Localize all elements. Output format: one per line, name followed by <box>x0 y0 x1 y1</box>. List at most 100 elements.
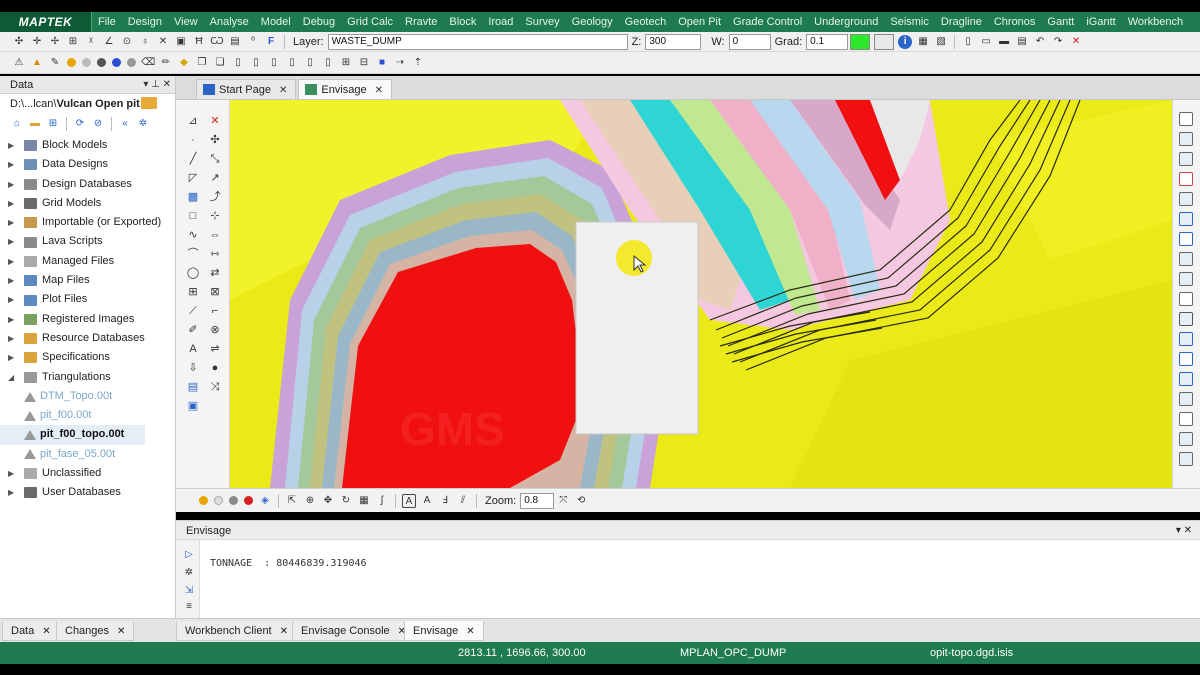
arc-icon[interactable]: ⌒ <box>186 247 200 261</box>
polygon-icon[interactable]: ◸ <box>186 171 200 185</box>
close-tab-icon[interactable]: ✕ <box>117 626 125 637</box>
bottom-tab-workbench-client[interactable]: Workbench Client ✕ <box>176 621 298 641</box>
folder-icon[interactable]: ▬ <box>28 117 42 131</box>
text-icon[interactable]: A <box>186 342 200 356</box>
stack-icon[interactable]: ❏ <box>213 56 227 70</box>
snap-doc-icon[interactable]: ▤ <box>228 35 242 49</box>
close-tab-icon[interactable]: ✕ <box>42 626 50 637</box>
menu-chronos[interactable]: Chronos <box>988 12 1042 32</box>
delete-segment-icon[interactable]: ⊗ <box>208 323 222 337</box>
snap-h-icon[interactable]: Ħ <box>192 35 206 49</box>
tree-item[interactable]: ▶ Grid Models <box>0 194 175 213</box>
close-tab-icon[interactable]: ✕ <box>466 626 474 637</box>
expand-arrow-icon[interactable]: ▶ <box>8 252 18 271</box>
filter-icon[interactable]: ⊟ <box>357 56 371 70</box>
panel-controls[interactable]: ▾ ⊥ ✕ <box>143 76 171 94</box>
colour-swatch[interactable] <box>850 33 871 50</box>
crosshair-icon[interactable]: ⊕ <box>303 494 317 508</box>
collapse-icon[interactable]: « <box>118 117 132 131</box>
snap-num-icon[interactable]: ⁰ <box>246 35 260 49</box>
delete-icon[interactable]: ✕ <box>208 114 222 128</box>
expanded-arrow-icon[interactable]: ◢ <box>8 368 18 387</box>
tree-item[interactable]: ▶ Specifications <box>0 348 175 367</box>
arrow-icon[interactable]: ↗ <box>208 171 222 185</box>
image-icon[interactable]: ▩ <box>186 190 200 204</box>
expand-arrow-icon[interactable]: ▶ <box>8 213 18 232</box>
menu-grade-control[interactable]: Grade Control <box>727 12 808 32</box>
snap-object-icon[interactable]: ⊙ <box>120 35 134 49</box>
snap-icon[interactable]: ✣ <box>12 35 26 49</box>
tree-item[interactable]: ▶ Data Designs <box>0 155 175 174</box>
tab-start-page[interactable]: Start Page ✕ <box>196 79 297 99</box>
text-box-icon[interactable]: A <box>402 493 416 508</box>
expand-arrow-icon[interactable]: ▶ <box>8 290 18 309</box>
rotate-icon[interactable]: ↻ <box>339 494 353 508</box>
shade-grey-icon[interactable] <box>229 496 238 505</box>
dimension-icon[interactable]: Ⅎ <box>438 494 452 508</box>
expand-arrow-icon[interactable]: ▶ <box>8 348 18 367</box>
menu-geology[interactable]: Geology <box>566 12 619 32</box>
menu-survey[interactable]: Survey <box>519 12 565 32</box>
fill-view-icon[interactable] <box>1179 392 1193 406</box>
menu-igantt[interactable]: iGantt <box>1080 12 1121 32</box>
extend-icon[interactable]: ⤡ <box>208 152 222 166</box>
bottom-tab-data[interactable]: Data ✕ <box>2 621 60 641</box>
dark-ball-icon[interactable] <box>97 58 106 67</box>
yellow-ball-icon[interactable] <box>67 58 76 67</box>
reset-view-icon[interactable]: ⟲ <box>574 494 588 508</box>
new-icon[interactable]: ▯ <box>961 35 975 49</box>
console-icon[interactable]: ▷ <box>182 548 196 562</box>
tree-item[interactable]: ▶ Map Files <box>0 271 175 290</box>
tag-icon[interactable]: ◆ <box>177 56 191 70</box>
rotate-icon[interactable]: ⤴ <box>208 190 222 204</box>
colour-icon[interactable] <box>1179 372 1193 386</box>
expand-arrow-icon[interactable]: ▶ <box>8 194 18 213</box>
grad-input[interactable]: 0.1 <box>806 33 849 50</box>
survey-icon[interactable]: ⚠ <box>12 56 26 70</box>
triangulation-item[interactable]: DTM_Topo.00t <box>0 387 175 406</box>
doc-f-icon[interactable]: ▯ <box>321 56 335 70</box>
tool-icon[interactable]: ⇢ <box>393 56 407 70</box>
menu-dragline[interactable]: Dragline <box>935 12 988 32</box>
tree-item[interactable]: ▶ Importable (or Exported) <box>0 213 175 232</box>
line-style-swatch[interactable] <box>874 33 895 50</box>
fill-icon[interactable]: ● <box>208 361 222 375</box>
menu-open-pit[interactable]: Open Pit <box>672 12 727 32</box>
point-icon[interactable]: · <box>186 133 200 147</box>
open-icon[interactable]: ▭ <box>979 35 993 49</box>
select-icon[interactable]: ⊿ <box>186 114 200 128</box>
measure-icon[interactable] <box>1179 292 1193 306</box>
clip-icon[interactable]: ⊠ <box>208 285 222 299</box>
menu-workbench[interactable]: Workbench <box>1122 12 1189 32</box>
bottom-tab-envisage-console[interactable]: Envisage Console ✕ <box>292 621 416 641</box>
pen-icon[interactable]: ✎ <box>48 56 62 70</box>
expand-arrow-icon[interactable]: ▶ <box>8 136 18 155</box>
home-icon[interactable]: ⌂ <box>10 117 24 131</box>
snap-w-icon[interactable]: Ѡ <box>210 35 224 49</box>
expand-arrow-icon[interactable]: ▶ <box>8 329 18 348</box>
undo-icon[interactable]: ↶ <box>1033 35 1047 49</box>
grid-icon[interactable]: ⊞ <box>339 56 353 70</box>
tree-item[interactable]: ▶ Lava Scripts <box>0 232 175 251</box>
paint-icon[interactable]: ◈ <box>258 494 272 508</box>
pointer-icon[interactable]: ⇱ <box>285 494 299 508</box>
grid-view-icon[interactable]: ⊞ <box>46 117 60 131</box>
close-tab-icon[interactable]: ✕ <box>279 85 287 96</box>
layer-select[interactable]: WASTE_DUMP <box>327 33 628 50</box>
fit-icon[interactable]: ⤧ <box>556 494 570 508</box>
tree-item[interactable]: ◢ Triangulations <box>0 368 175 387</box>
menu-analyse[interactable]: Analyse <box>204 12 255 32</box>
menu-iroad[interactable]: Iroad <box>482 12 519 32</box>
info-icon[interactable]: i <box>898 34 913 49</box>
select-icon[interactable]: ■ <box>375 56 389 70</box>
menu-file[interactable]: File <box>92 12 122 32</box>
doc-e-icon[interactable]: ▯ <box>303 56 317 70</box>
triangulation-item[interactable]: pit_f00.00t <box>0 406 175 425</box>
bottom-tab-envisage[interactable]: Envisage ✕ <box>404 621 484 641</box>
menu-rravte[interactable]: Rravte <box>399 12 443 32</box>
menu-view[interactable]: View <box>168 12 204 32</box>
close-icon[interactable]: ✕ <box>1069 35 1083 49</box>
silver-ball-icon[interactable] <box>127 58 136 67</box>
expand-arrow-icon[interactable]: ▶ <box>8 483 18 502</box>
doc-b-icon[interactable]: ▯ <box>249 56 263 70</box>
